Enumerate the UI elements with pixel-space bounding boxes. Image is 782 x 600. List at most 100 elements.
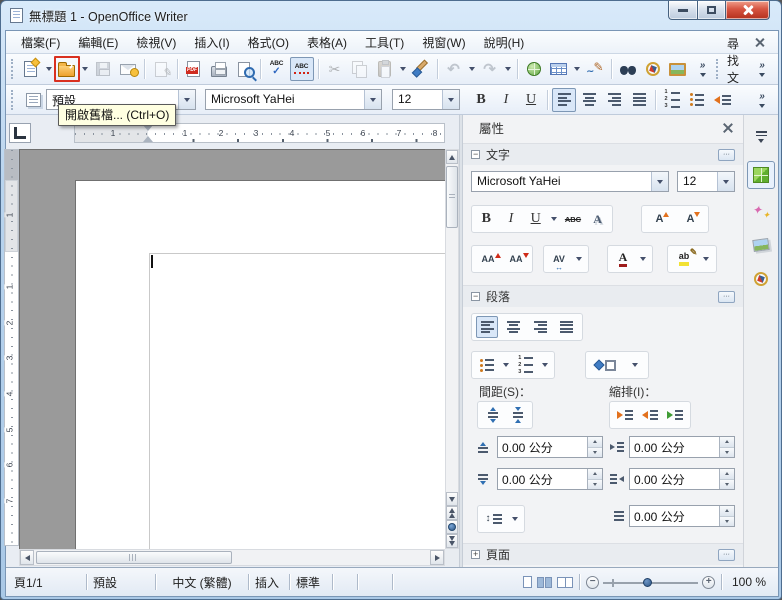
text-section-header[interactable]: 文字 <box>463 143 743 165</box>
expand-icon[interactable] <box>471 550 480 559</box>
bold-button[interactable]: B <box>469 88 493 112</box>
font-name-combo[interactable]: Microsoft YaHei <box>205 89 382 110</box>
close-button[interactable] <box>726 1 770 20</box>
align-justify-button[interactable] <box>627 88 651 112</box>
font-size-combo[interactable]: 12 <box>392 89 460 110</box>
sidebar-align-left-button[interactable] <box>476 316 498 338</box>
copy-button[interactable] <box>348 57 372 81</box>
bullet-list-button[interactable] <box>685 88 709 112</box>
more-options-button[interactable] <box>718 149 735 161</box>
horizontal-scrollbar[interactable] <box>19 549 445 566</box>
menu-table[interactable]: 表格(A) <box>298 31 356 54</box>
increase-font-size-button[interactable]: A <box>649 208 671 230</box>
line-spacing-dropdown[interactable] <box>510 508 520 530</box>
insert-table-button[interactable] <box>547 57 571 81</box>
email-button[interactable] <box>116 57 140 81</box>
numbered-list-dropdown[interactable] <box>540 354 550 376</box>
gallery-button[interactable] <box>666 57 690 81</box>
paste-dropdown[interactable] <box>398 58 408 80</box>
menu-window[interactable]: 視窗(W) <box>413 31 474 54</box>
increase-spacing-button[interactable] <box>482 404 504 426</box>
combo-dropdown-icon[interactable] <box>442 90 459 109</box>
new-document-dropdown[interactable] <box>44 58 54 80</box>
paragraph-section-header[interactable]: 段落 <box>463 285 743 307</box>
table-dropdown[interactable] <box>572 58 582 80</box>
zoom-out-button[interactable]: − <box>586 576 599 589</box>
status-language[interactable]: 中文 (繁體) <box>162 574 242 591</box>
spinner[interactable] <box>719 469 734 489</box>
menu-help[interactable]: 說明(H) <box>475 31 534 54</box>
indent-before-input[interactable] <box>630 437 719 457</box>
document-page[interactable] <box>75 180 445 549</box>
sidebar-align-justify-button[interactable] <box>556 316 578 338</box>
sidebar-bold-button[interactable]: B <box>475 208 497 230</box>
format-paintbrush-button[interactable] <box>409 57 433 81</box>
paste-button[interactable] <box>373 57 397 81</box>
highlight-color-button[interactable]: ab <box>673 248 695 270</box>
export-pdf-button[interactable] <box>182 57 206 81</box>
sidebar-font-size-combo[interactable]: 12 <box>677 171 735 192</box>
spinner[interactable] <box>587 437 602 457</box>
status-page-count[interactable]: 頁1/1 <box>14 574 80 591</box>
sidebar-font-name-combo[interactable]: Microsoft YaHei <box>471 171 669 192</box>
toolbar-grip[interactable] <box>11 90 17 110</box>
numbered-list-button[interactable] <box>660 88 684 112</box>
view-single-page-icon[interactable] <box>523 576 532 588</box>
line-spacing-button[interactable]: ↕ <box>483 508 505 530</box>
uppercase-button[interactable]: AA <box>477 248 499 270</box>
sidebar-align-right-button[interactable] <box>529 316 551 338</box>
menu-insert[interactable]: 插入(I) <box>185 31 238 54</box>
view-multi-page-icon[interactable] <box>537 577 552 588</box>
hyperlink-button[interactable] <box>522 57 546 81</box>
sidebar-numbered-list-button[interactable] <box>515 354 537 376</box>
tab-stop-selector[interactable] <box>9 123 31 143</box>
cut-button[interactable]: ✂ <box>323 57 347 81</box>
bullet-list-dropdown[interactable] <box>501 354 511 376</box>
lowercase-button[interactable]: AA <box>505 248 527 270</box>
indent-after-input[interactable] <box>630 469 719 489</box>
page-section-header[interactable]: 頁面 <box>463 543 743 565</box>
print-button[interactable] <box>207 57 231 81</box>
tab-gallery[interactable] <box>747 231 775 259</box>
sidebar-align-center-button[interactable] <box>503 316 525 338</box>
switch-indent-button[interactable] <box>664 404 686 426</box>
first-line-indent-field[interactable] <box>629 505 735 527</box>
document-view[interactable] <box>19 149 445 549</box>
find-toolbar-grip[interactable] <box>716 59 720 79</box>
draw-functions-button[interactable]: ✎∼ <box>583 57 607 81</box>
redo-dropdown[interactable] <box>503 58 513 80</box>
horizontal-scroll-thumb[interactable] <box>36 551 232 564</box>
combo-dropdown-icon[interactable] <box>651 172 668 191</box>
sidebar-italic-button[interactable]: I <box>500 208 522 230</box>
sidebar-close-icon[interactable] <box>721 121 735 135</box>
maximize-button[interactable] <box>698 1 726 20</box>
scroll-right-button[interactable] <box>430 550 444 565</box>
spinner[interactable] <box>719 437 734 457</box>
zoom-slider[interactable] <box>603 576 698 589</box>
spinner[interactable] <box>719 506 734 526</box>
more-options-button[interactable] <box>718 291 735 303</box>
navigation-button[interactable] <box>446 520 458 534</box>
decrease-indent-button[interactable] <box>639 404 661 426</box>
edit-file-button[interactable] <box>149 57 173 81</box>
more-options-button[interactable] <box>718 549 735 561</box>
strikethrough-button[interactable]: ABC <box>562 208 584 230</box>
page-preview-button[interactable] <box>232 57 256 81</box>
sidebar-bullet-list-button[interactable] <box>476 354 498 376</box>
toolbar-overflow-button[interactable] <box>691 57 715 81</box>
character-spacing-button[interactable]: AV <box>548 248 570 270</box>
zoom-slider-thumb[interactable] <box>643 578 652 587</box>
scroll-track[interactable] <box>446 230 458 492</box>
scroll-left-button[interactable] <box>20 550 34 565</box>
collapse-icon[interactable] <box>471 150 480 159</box>
above-spacing-field[interactable] <box>497 436 603 458</box>
next-page-button[interactable] <box>446 534 458 548</box>
close-document-icon[interactable] <box>748 34 772 50</box>
undo-dropdown[interactable] <box>467 58 477 80</box>
vertical-scroll-thumb[interactable] <box>446 166 458 228</box>
decrease-indent-button[interactable] <box>710 88 734 112</box>
indent-marker[interactable] <box>143 125 153 142</box>
first-line-indent-input[interactable] <box>630 506 719 526</box>
decrease-spacing-button[interactable] <box>507 404 529 426</box>
below-spacing-input[interactable] <box>498 469 587 489</box>
